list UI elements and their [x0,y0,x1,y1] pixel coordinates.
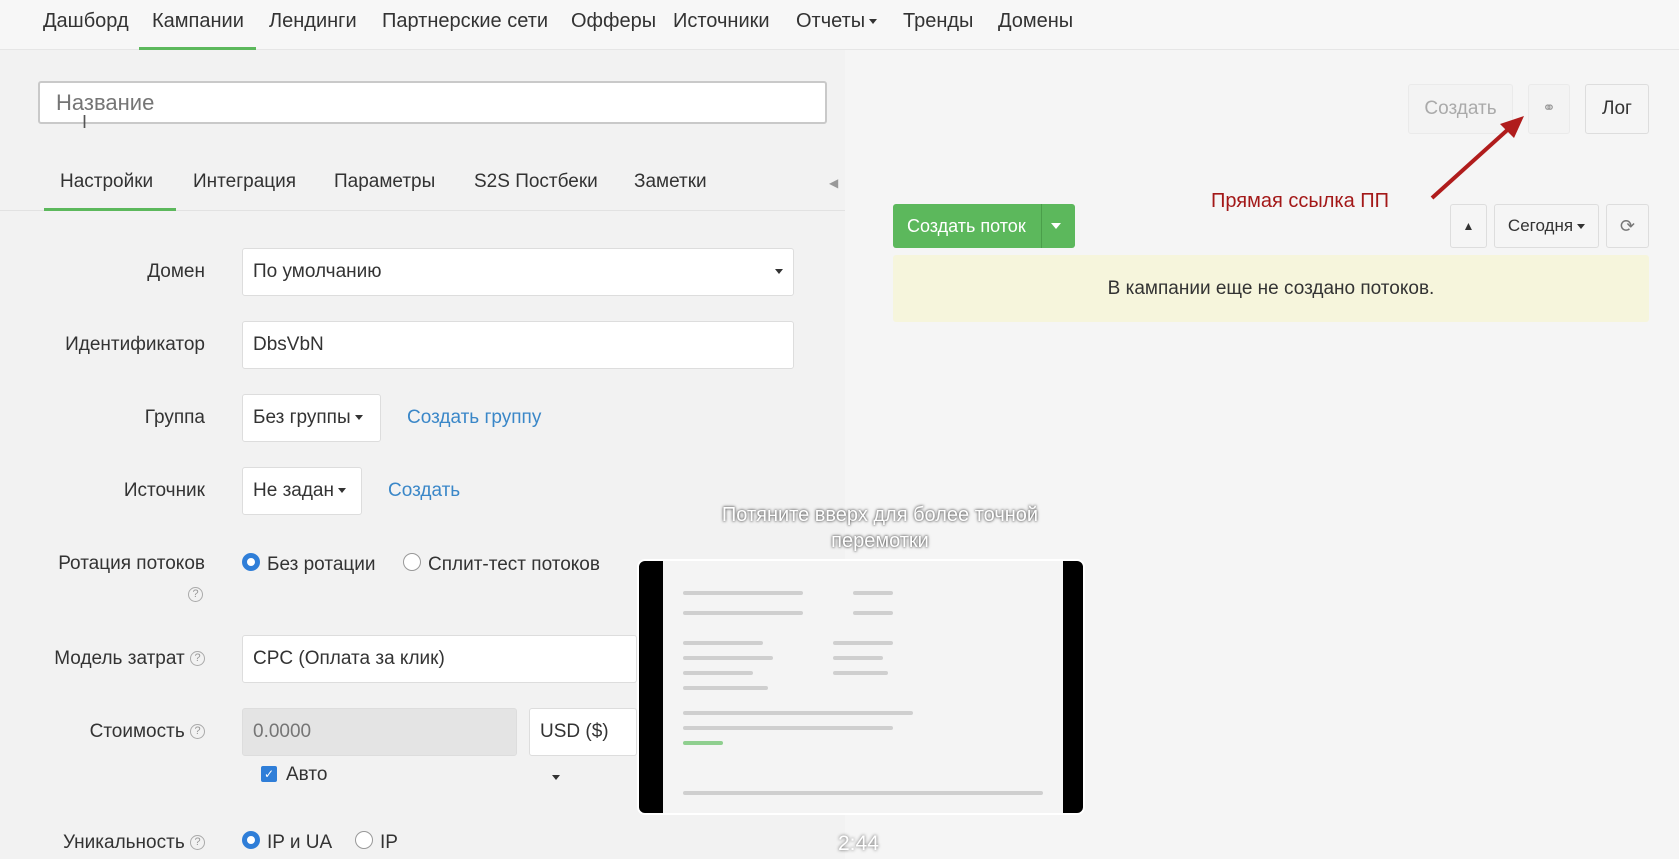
video-preview-thumbnail [637,559,1085,815]
tab-notes[interactable]: Заметки [634,171,707,193]
tab-active-indicator [44,208,176,211]
preview-line [683,741,723,745]
preview-line [683,726,893,730]
text-cursor-icon: I [82,112,88,132]
create-group-link[interactable]: Создать группу [407,407,541,429]
cost-model-select[interactable]: CPC (Оплата за клик) [242,635,637,683]
no-rotation-label: Без ротации [267,554,376,575]
help-icon[interactable]: ? [190,724,205,740]
radio-split-test[interactable] [403,553,421,571]
identifier-field[interactable]: DbsVbN [242,321,794,369]
collapse-button[interactable]: ▲ [1450,204,1487,248]
nav-reports-label: Отчеты [796,10,866,32]
nav-dashboard[interactable]: Дашборд [43,10,129,40]
auto-label: Авто [286,764,328,785]
nav-domains[interactable]: Домены [998,10,1073,40]
cost-input[interactable] [242,708,517,756]
tab-settings[interactable]: Настройки [60,171,153,193]
domain-label: Домен [147,261,205,282]
cost-model-label: Модель затрат ? [40,648,205,670]
cost-model-label-text: Модель затрат [54,648,185,669]
preview-line [683,641,763,645]
source-value: Не задан [253,480,334,501]
preview-screen [663,561,1063,813]
chevron-down-icon [338,488,346,494]
preview-line [683,591,803,595]
tab-integration[interactable]: Интеграция [193,171,296,193]
preview-line [833,641,893,645]
empty-flows-message: В кампании еще не создано потоков. [893,255,1649,322]
nav-reports[interactable]: Отчеты [796,10,878,40]
help-icon[interactable]: ? [190,651,205,667]
annotation-label: Прямая ссылка ПП [1211,190,1390,212]
source-label: Источник [123,480,205,501]
log-button[interactable]: Лог [1585,84,1649,134]
help-icon[interactable]: ? [190,835,205,851]
auto-checkbox[interactable]: ✓ [261,766,277,782]
help-icon[interactable]: ? [188,587,203,602]
tab-parameters[interactable]: Параметры [334,171,435,193]
domain-select[interactable]: По умолчанию [242,248,794,296]
preview-line [683,611,803,615]
cost-label: Стоимость ? [40,721,205,743]
annotation-arrow-icon [1430,116,1524,200]
group-value: Без группы [253,407,351,428]
chevron-down-icon[interactable] [1051,223,1061,229]
nav-campaigns[interactable]: Кампании [152,10,244,40]
cost-label-text: Стоимость [89,721,185,742]
create-source-link[interactable]: Создать [388,480,460,502]
chevron-down-icon [869,19,878,25]
nav-affiliate-networks[interactable]: Партнерские сети [382,10,548,40]
preview-line [683,671,753,675]
uniqueness-label: Уникальность ? [40,832,205,854]
period-value: Сегодня [1507,216,1574,235]
group-label: Группа [144,407,205,428]
radio-ip[interactable] [355,831,373,849]
seek-hint: Потяните вверх для более точной перемотк… [721,504,1039,552]
domain-value: По умолчанию [253,261,382,282]
identifier-label: Идентификатор [65,334,205,355]
split-test-label: Сплит-тест потоков [428,554,600,575]
preview-line [833,656,883,660]
button-separator [1041,204,1042,248]
source-select[interactable]: Не задан [242,467,362,515]
currency-value: USD ($) [540,721,609,742]
chevron-down-icon [354,415,363,421]
period-select[interactable]: Сегодня [1494,204,1599,248]
refresh-button[interactable]: ⟳ [1606,204,1649,248]
preview-line [683,686,768,690]
chevron-up-icon: ▲ [1462,219,1475,233]
link-icon: ⚭ [1542,100,1556,117]
chevron-down-icon [552,775,560,781]
preview-line [683,711,913,715]
nav-sources[interactable]: Источники [673,10,770,40]
preview-line [683,791,1043,795]
preview-line [683,656,773,660]
campaign-name-input[interactable] [38,81,827,124]
tabs-scroll-left-icon[interactable]: ◀ [829,176,838,190]
nav-trends[interactable]: Тренды [903,10,973,40]
video-timecode: 2:44 [838,832,879,855]
create-flow-label: Создать поток [907,216,1026,236]
ip-label: IP [380,832,398,853]
tab-s2s-postbacks[interactable]: S2S Постбеки [474,171,598,193]
uniqueness-label-text: Уникальность [62,832,185,853]
rotation-label: Ротация потоков [58,553,205,574]
preview-line [833,671,888,675]
chevron-down-icon [1577,224,1586,230]
ip-ua-label: IP и UA [267,832,333,853]
top-navigation: Дашборд Кампании Лендинги Партнерские се… [0,0,1679,50]
preview-line [853,611,893,615]
radio-no-rotation[interactable] [242,553,260,571]
currency-select[interactable]: USD ($) [529,708,637,781]
nav-landings[interactable]: Лендинги [269,10,357,40]
chevron-down-icon [775,269,783,274]
radio-ip-ua[interactable] [242,831,260,849]
preview-line [853,591,893,595]
nav-offers[interactable]: Офферы [571,10,656,40]
group-select[interactable]: Без группы [242,394,381,442]
create-flow-button[interactable]: Создать поток [893,204,1075,248]
refresh-icon: ⟳ [1619,216,1636,236]
